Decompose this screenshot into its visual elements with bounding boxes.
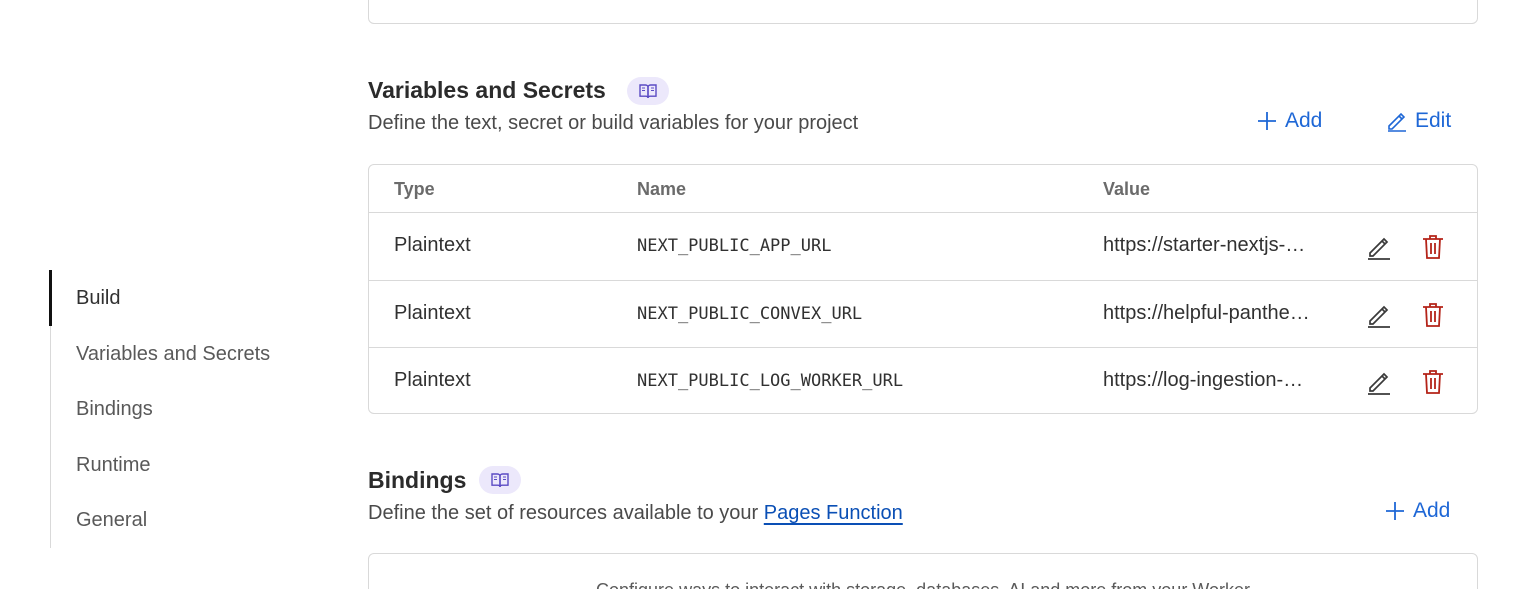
variables-docs-button[interactable] — [627, 77, 669, 105]
column-header-type: Type — [394, 179, 435, 199]
add-variable-button[interactable]: Add — [1257, 109, 1322, 133]
variable-type: Plaintext — [394, 234, 471, 256]
delete-row-button[interactable] — [1419, 301, 1447, 329]
nav-item-general[interactable]: General — [76, 509, 147, 532]
variable-value: https://log-ingestion-… — [1103, 369, 1304, 391]
bindings-empty-hint: Configure ways to interact with storage,… — [369, 580, 1477, 589]
bindings-section-title: Bindings — [368, 467, 467, 493]
book-open-icon — [491, 473, 509, 488]
column-header-name: Name — [637, 179, 687, 199]
variables-section-title: Variables and Secrets — [368, 77, 606, 103]
nav-item-build[interactable]: Build — [76, 287, 120, 310]
add-binding-label: Add — [1413, 499, 1451, 522]
nav-item-runtime[interactable]: Runtime — [76, 454, 150, 477]
plus-icon — [1258, 112, 1276, 130]
pencil-icon — [1368, 237, 1390, 260]
variables-section-description: Define the text, secret or build variabl… — [368, 112, 859, 134]
active-nav-indicator — [49, 270, 52, 326]
bindings-section-description: Define the set of resources available to… — [368, 502, 903, 525]
add-variable-label: Add — [1285, 109, 1323, 132]
column-header-value: Value — [1103, 179, 1151, 199]
table-row: Plaintext NEXT_PUBLIC_CONVEX_URL https:/… — [369, 280, 1477, 347]
edit-variables-label: Edit — [1415, 109, 1452, 132]
nav-item-variables-and-secrets[interactable]: Variables and Secrets — [76, 343, 270, 366]
variable-type: Plaintext — [394, 302, 471, 324]
edit-variables-button[interactable]: Edit — [1387, 109, 1451, 133]
table-header: Type Name Value — [369, 165, 1477, 213]
pencil-icon — [1368, 372, 1390, 395]
add-binding-button[interactable]: Add — [1385, 499, 1450, 523]
edit-row-button[interactable] — [1365, 368, 1393, 396]
variable-name: NEXT_PUBLIC_APP_URL — [637, 236, 832, 256]
variable-value: https://starter-nextjs-… — [1103, 234, 1306, 256]
delete-row-button[interactable] — [1419, 233, 1447, 261]
trash-icon — [1423, 303, 1443, 327]
variable-name: NEXT_PUBLIC_LOG_WORKER_URL — [637, 371, 904, 391]
variables-table: Type Name Value Plaintext NEXT_PUBLIC_AP… — [368, 164, 1478, 414]
pencil-icon — [1368, 305, 1390, 328]
table-row: Plaintext NEXT_PUBLIC_APP_URL https://st… — [369, 213, 1477, 280]
pages-function-link[interactable]: Pages Function — [764, 502, 903, 524]
pencil-icon — [1388, 112, 1406, 132]
nav-item-bindings[interactable]: Bindings — [76, 398, 153, 421]
trash-icon — [1423, 235, 1443, 259]
bindings-empty-card: Configure ways to interact with storage,… — [368, 553, 1478, 589]
edit-row-button[interactable] — [1365, 233, 1393, 261]
plus-icon — [1386, 502, 1404, 520]
variable-type: Plaintext — [394, 369, 471, 391]
variable-value: https://helpful-panthe… — [1103, 302, 1310, 324]
delete-row-button[interactable] — [1419, 368, 1447, 396]
edit-row-button[interactable] — [1365, 301, 1393, 329]
bindings-docs-button[interactable] — [479, 466, 521, 494]
bindings-description-text: Define the set of resources available to… — [368, 502, 759, 524]
table-row: Plaintext NEXT_PUBLIC_LOG_WORKER_URL htt… — [369, 347, 1477, 413]
trash-icon — [1423, 370, 1443, 394]
variable-name: NEXT_PUBLIC_CONVEX_URL — [637, 304, 863, 324]
book-open-icon — [639, 84, 657, 99]
settings-side-nav: Build Variables and Secrets Bindings Run… — [49, 270, 330, 548]
previous-section-card — [368, 0, 1478, 24]
